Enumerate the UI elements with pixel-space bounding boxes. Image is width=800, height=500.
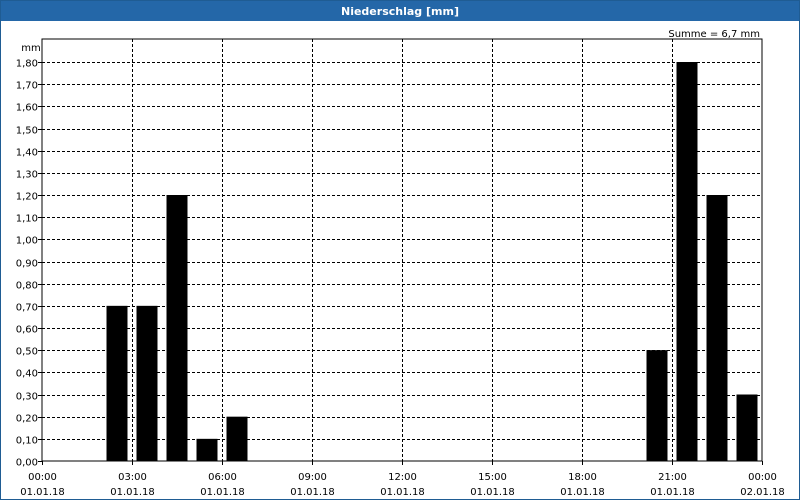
y-axis-ticks: 0,00 0,10 0,20 0,30 0,40 0,50 0,60 0,70 0,80 0,90… bbox=[16, 59, 42, 469]
chart-window: Niederschlag [mm] 0,00 0,10 0,20 0,30 0,40 0,… bbox=[0, 0, 800, 500]
x-tick-date-label: 01.01.18 bbox=[380, 487, 425, 498]
x-tick-time-label: 12:00 bbox=[388, 472, 417, 483]
x-tick-date-label: 01.01.18 bbox=[650, 487, 695, 498]
x-tick-date-label: 01.01.18 bbox=[20, 487, 65, 498]
y-tick-label: 0,90 bbox=[16, 259, 38, 270]
precipitation-bar bbox=[676, 62, 698, 461]
x-tick-time-label: 00:00 bbox=[748, 472, 777, 483]
x-tick-time-label: 06:00 bbox=[208, 472, 237, 483]
precipitation-bar bbox=[706, 195, 728, 461]
precipitation-bar bbox=[196, 438, 218, 461]
y-tick-label: 0,60 bbox=[16, 325, 38, 336]
y-tick-label: 0,20 bbox=[16, 414, 38, 425]
x-tick-time-label: 03:00 bbox=[118, 472, 147, 483]
precipitation-bar bbox=[136, 305, 158, 461]
y-tick-label: 1,20 bbox=[16, 192, 38, 203]
x-tick-date-label: 02.01.18 bbox=[740, 487, 785, 498]
precipitation-bar bbox=[646, 350, 668, 461]
y-tick-label: 0,10 bbox=[16, 436, 38, 447]
precipitation-chart: 0,00 0,10 0,20 0,30 0,40 0,50 0,60 0,70 0,80 0,90… bbox=[16, 29, 785, 498]
y-tick-label: 1,30 bbox=[16, 170, 38, 181]
x-tick-date-label: 01.01.18 bbox=[560, 487, 605, 498]
x-tick-date-label: 01.01.18 bbox=[110, 487, 155, 498]
x-tick-date-label: 01.01.18 bbox=[200, 487, 245, 498]
y-tick-label: 1,50 bbox=[16, 126, 38, 137]
y-tick-label: 0,40 bbox=[16, 369, 38, 380]
y-tick-label: 1,70 bbox=[16, 81, 38, 92]
y-axis-label: mm bbox=[21, 43, 40, 54]
y-tick-label: 1,60 bbox=[16, 103, 38, 114]
sum-label: Summe = 6,7 mm bbox=[668, 29, 760, 40]
precipitation-bar bbox=[226, 416, 248, 461]
y-tick-label: 0,80 bbox=[16, 281, 38, 292]
x-axis-ticks: 00:00 01.01.18 03:00 01.01.18 06:00 01.01.18 0… bbox=[20, 461, 785, 498]
precipitation-bar bbox=[166, 195, 188, 461]
x-tick-time-label: 09:00 bbox=[298, 472, 327, 483]
y-tick-label: 1,40 bbox=[16, 148, 38, 159]
x-tick-time-label: 00:00 bbox=[28, 472, 57, 483]
x-tick-time-label: 21:00 bbox=[658, 472, 687, 483]
y-tick-label: 0,00 bbox=[16, 458, 38, 469]
y-tick-label: 1,00 bbox=[16, 236, 38, 247]
x-tick-time-label: 18:00 bbox=[568, 472, 597, 483]
precipitation-bar bbox=[736, 394, 758, 461]
x-tick-date-label: 01.01.18 bbox=[470, 487, 515, 498]
y-tick-label: 1,10 bbox=[16, 214, 38, 225]
y-tick-label: 1,80 bbox=[16, 59, 38, 70]
y-tick-label: 0,70 bbox=[16, 303, 38, 314]
precipitation-bar bbox=[106, 305, 128, 461]
x-tick-time-label: 15:00 bbox=[478, 472, 507, 483]
y-tick-label: 0,30 bbox=[16, 392, 38, 403]
y-tick-label: 0,50 bbox=[16, 347, 38, 358]
x-tick-date-label: 01.01.18 bbox=[290, 487, 335, 498]
